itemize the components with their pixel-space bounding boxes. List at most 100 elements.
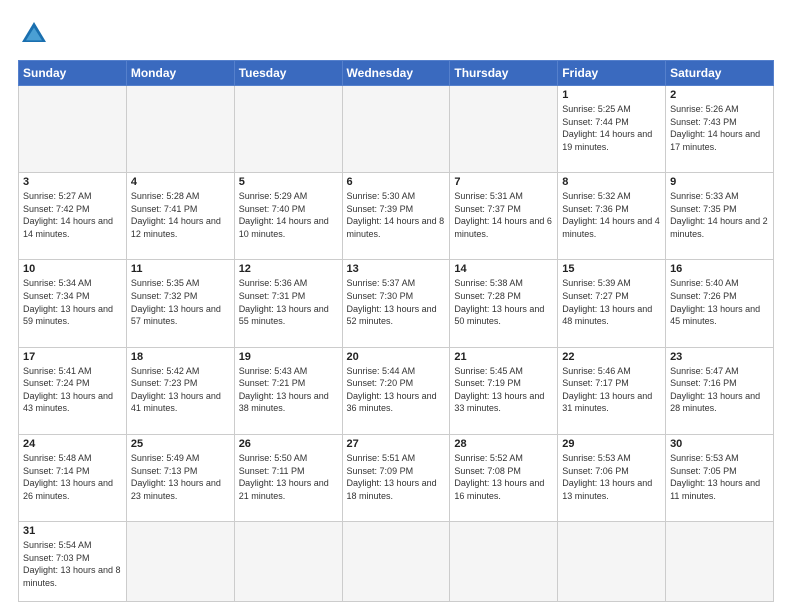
calendar-cell: 21 Sunrise: 5:45 AM Sunset: 7:19 PM Dayli… <box>450 347 558 434</box>
day-info: Sunrise: 5:41 AM Sunset: 7:24 PM Dayligh… <box>23 365 122 415</box>
calendar-cell: 6 Sunrise: 5:30 AM Sunset: 7:39 PM Daylig… <box>342 173 450 260</box>
day-number: 7 <box>454 176 553 188</box>
calendar-cell: 17 Sunrise: 5:41 AM Sunset: 7:24 PM Dayli… <box>19 347 127 434</box>
day-info: Sunrise: 5:28 AM Sunset: 7:41 PM Dayligh… <box>131 190 230 240</box>
day-info: Sunrise: 5:26 AM Sunset: 7:43 PM Dayligh… <box>670 103 769 153</box>
calendar-cell <box>558 522 666 602</box>
day-info: Sunrise: 5:27 AM Sunset: 7:42 PM Dayligh… <box>23 190 122 240</box>
calendar-cell: 11 Sunrise: 5:35 AM Sunset: 7:32 PM Dayli… <box>126 260 234 347</box>
day-number: 8 <box>562 176 661 188</box>
calendar-cell <box>666 522 774 602</box>
day-info: Sunrise: 5:33 AM Sunset: 7:35 PM Dayligh… <box>670 190 769 240</box>
weekday-header-tuesday: Tuesday <box>234 61 342 86</box>
weekday-header-sunday: Sunday <box>19 61 127 86</box>
day-info: Sunrise: 5:47 AM Sunset: 7:16 PM Dayligh… <box>670 365 769 415</box>
calendar-cell: 1 Sunrise: 5:25 AM Sunset: 7:44 PM Daylig… <box>558 86 666 173</box>
day-number: 4 <box>131 176 230 188</box>
calendar-cell: 10 Sunrise: 5:34 AM Sunset: 7:34 PM Dayli… <box>19 260 127 347</box>
day-number: 29 <box>562 438 661 450</box>
logo-icon <box>18 18 50 50</box>
calendar-cell: 14Sunrise: 5:38 AM Sunset: 7:28 PM Dayli… <box>450 260 558 347</box>
day-info: Sunrise: 5:31 AM Sunset: 7:37 PM Dayligh… <box>454 190 553 240</box>
calendar-week-1: 1 Sunrise: 5:25 AM Sunset: 7:44 PM Daylig… <box>19 86 774 173</box>
day-info: Sunrise: 5:45 AM Sunset: 7:19 PM Dayligh… <box>454 365 553 415</box>
day-info: Sunrise: 5:48 AM Sunset: 7:14 PM Dayligh… <box>23 452 122 502</box>
calendar-cell: 28 Sunrise: 5:52 AM Sunset: 7:08 PM Dayli… <box>450 434 558 521</box>
calendar-cell <box>126 86 234 173</box>
calendar-week-4: 17 Sunrise: 5:41 AM Sunset: 7:24 PM Dayli… <box>19 347 774 434</box>
day-info: Sunrise: 5:39 AM Sunset: 7:27 PM Dayligh… <box>562 277 661 327</box>
day-info: Sunrise: 5:34 AM Sunset: 7:34 PM Dayligh… <box>23 277 122 327</box>
calendar-cell <box>126 522 234 602</box>
day-number: 6 <box>347 176 446 188</box>
calendar-cell: 9 Sunrise: 5:33 AM Sunset: 7:35 PM Daylig… <box>666 173 774 260</box>
calendar-cell: 23Sunrise: 5:47 AM Sunset: 7:16 PM Dayli… <box>666 347 774 434</box>
day-number: 5 <box>239 176 338 188</box>
weekday-header-saturday: Saturday <box>666 61 774 86</box>
day-number: 26 <box>239 438 338 450</box>
day-number: 13 <box>347 263 446 275</box>
day-info: Sunrise: 5:32 AM Sunset: 7:36 PM Dayligh… <box>562 190 661 240</box>
day-number: 10 <box>23 263 122 275</box>
day-info: Sunrise: 5:53 AM Sunset: 7:06 PM Dayligh… <box>562 452 661 502</box>
day-info: Sunrise: 5:36 AM Sunset: 7:31 PM Dayligh… <box>239 277 338 327</box>
weekday-header-monday: Monday <box>126 61 234 86</box>
day-info: Sunrise: 5:37 AM Sunset: 7:30 PM Dayligh… <box>347 277 446 327</box>
calendar-cell: 4 Sunrise: 5:28 AM Sunset: 7:41 PM Daylig… <box>126 173 234 260</box>
calendar-week-2: 3Sunrise: 5:27 AM Sunset: 7:42 PM Daylig… <box>19 173 774 260</box>
calendar-cell: 7 Sunrise: 5:31 AM Sunset: 7:37 PM Daylig… <box>450 173 558 260</box>
day-info: Sunrise: 5:52 AM Sunset: 7:08 PM Dayligh… <box>454 452 553 502</box>
calendar-cell: 24 Sunrise: 5:48 AM Sunset: 7:14 PM Dayli… <box>19 434 127 521</box>
day-info: Sunrise: 5:54 AM Sunset: 7:03 PM Dayligh… <box>23 539 122 589</box>
day-number: 19 <box>239 351 338 363</box>
day-info: Sunrise: 5:53 AM Sunset: 7:05 PM Dayligh… <box>670 452 769 502</box>
calendar-cell <box>19 86 127 173</box>
calendar-cell: 15 Sunrise: 5:39 AM Sunset: 7:27 PM Dayli… <box>558 260 666 347</box>
calendar-cell: 30Sunrise: 5:53 AM Sunset: 7:05 PM Dayli… <box>666 434 774 521</box>
day-number: 22 <box>562 351 661 363</box>
calendar-cell: 26Sunrise: 5:50 AM Sunset: 7:11 PM Dayli… <box>234 434 342 521</box>
day-number: 24 <box>23 438 122 450</box>
day-number: 18 <box>131 351 230 363</box>
day-info: Sunrise: 5:25 AM Sunset: 7:44 PM Dayligh… <box>562 103 661 153</box>
day-number: 25 <box>131 438 230 450</box>
calendar-cell: 20Sunrise: 5:44 AM Sunset: 7:20 PM Dayli… <box>342 347 450 434</box>
calendar-cell: 5Sunrise: 5:29 AM Sunset: 7:40 PM Daylig… <box>234 173 342 260</box>
calendar-cell: 19 Sunrise: 5:43 AM Sunset: 7:21 PM Dayli… <box>234 347 342 434</box>
day-info: Sunrise: 5:43 AM Sunset: 7:21 PM Dayligh… <box>239 365 338 415</box>
calendar-cell <box>450 522 558 602</box>
day-info: Sunrise: 5:30 AM Sunset: 7:39 PM Dayligh… <box>347 190 446 240</box>
day-info: Sunrise: 5:51 AM Sunset: 7:09 PM Dayligh… <box>347 452 446 502</box>
day-info: Sunrise: 5:40 AM Sunset: 7:26 PM Dayligh… <box>670 277 769 327</box>
calendar-week-3: 10 Sunrise: 5:34 AM Sunset: 7:34 PM Dayli… <box>19 260 774 347</box>
day-info: Sunrise: 5:35 AM Sunset: 7:32 PM Dayligh… <box>131 277 230 327</box>
day-number: 21 <box>454 351 553 363</box>
day-number: 15 <box>562 263 661 275</box>
calendar-cell: 2 Sunrise: 5:26 AM Sunset: 7:43 PM Daylig… <box>666 86 774 173</box>
page: SundayMondayTuesdayWednesdayThursdayFrid… <box>0 0 792 612</box>
calendar-cell: 29 Sunrise: 5:53 AM Sunset: 7:06 PM Dayli… <box>558 434 666 521</box>
calendar-cell <box>234 86 342 173</box>
calendar-cell: 25Sunrise: 5:49 AM Sunset: 7:13 PM Dayli… <box>126 434 234 521</box>
day-number: 28 <box>454 438 553 450</box>
day-number: 9 <box>670 176 769 188</box>
day-number: 17 <box>23 351 122 363</box>
day-info: Sunrise: 5:44 AM Sunset: 7:20 PM Dayligh… <box>347 365 446 415</box>
day-number: 14 <box>454 263 553 275</box>
calendar-cell: 16 Sunrise: 5:40 AM Sunset: 7:26 PM Dayli… <box>666 260 774 347</box>
calendar-cell: 22 Sunrise: 5:46 AM Sunset: 7:17 PM Dayli… <box>558 347 666 434</box>
calendar-week-5: 24 Sunrise: 5:48 AM Sunset: 7:14 PM Dayli… <box>19 434 774 521</box>
calendar-cell <box>450 86 558 173</box>
day-number: 16 <box>670 263 769 275</box>
calendar-table: SundayMondayTuesdayWednesdayThursdayFrid… <box>18 60 774 602</box>
day-info: Sunrise: 5:46 AM Sunset: 7:17 PM Dayligh… <box>562 365 661 415</box>
day-number: 11 <box>131 263 230 275</box>
day-number: 2 <box>670 89 769 101</box>
calendar-cell: 8 Sunrise: 5:32 AM Sunset: 7:36 PM Daylig… <box>558 173 666 260</box>
weekday-header-row: SundayMondayTuesdayWednesdayThursdayFrid… <box>19 61 774 86</box>
day-number: 1 <box>562 89 661 101</box>
calendar-cell: 18Sunrise: 5:42 AM Sunset: 7:23 PM Dayli… <box>126 347 234 434</box>
calendar-cell: 27Sunrise: 5:51 AM Sunset: 7:09 PM Dayli… <box>342 434 450 521</box>
day-number: 31 <box>23 525 122 537</box>
calendar-cell <box>342 522 450 602</box>
